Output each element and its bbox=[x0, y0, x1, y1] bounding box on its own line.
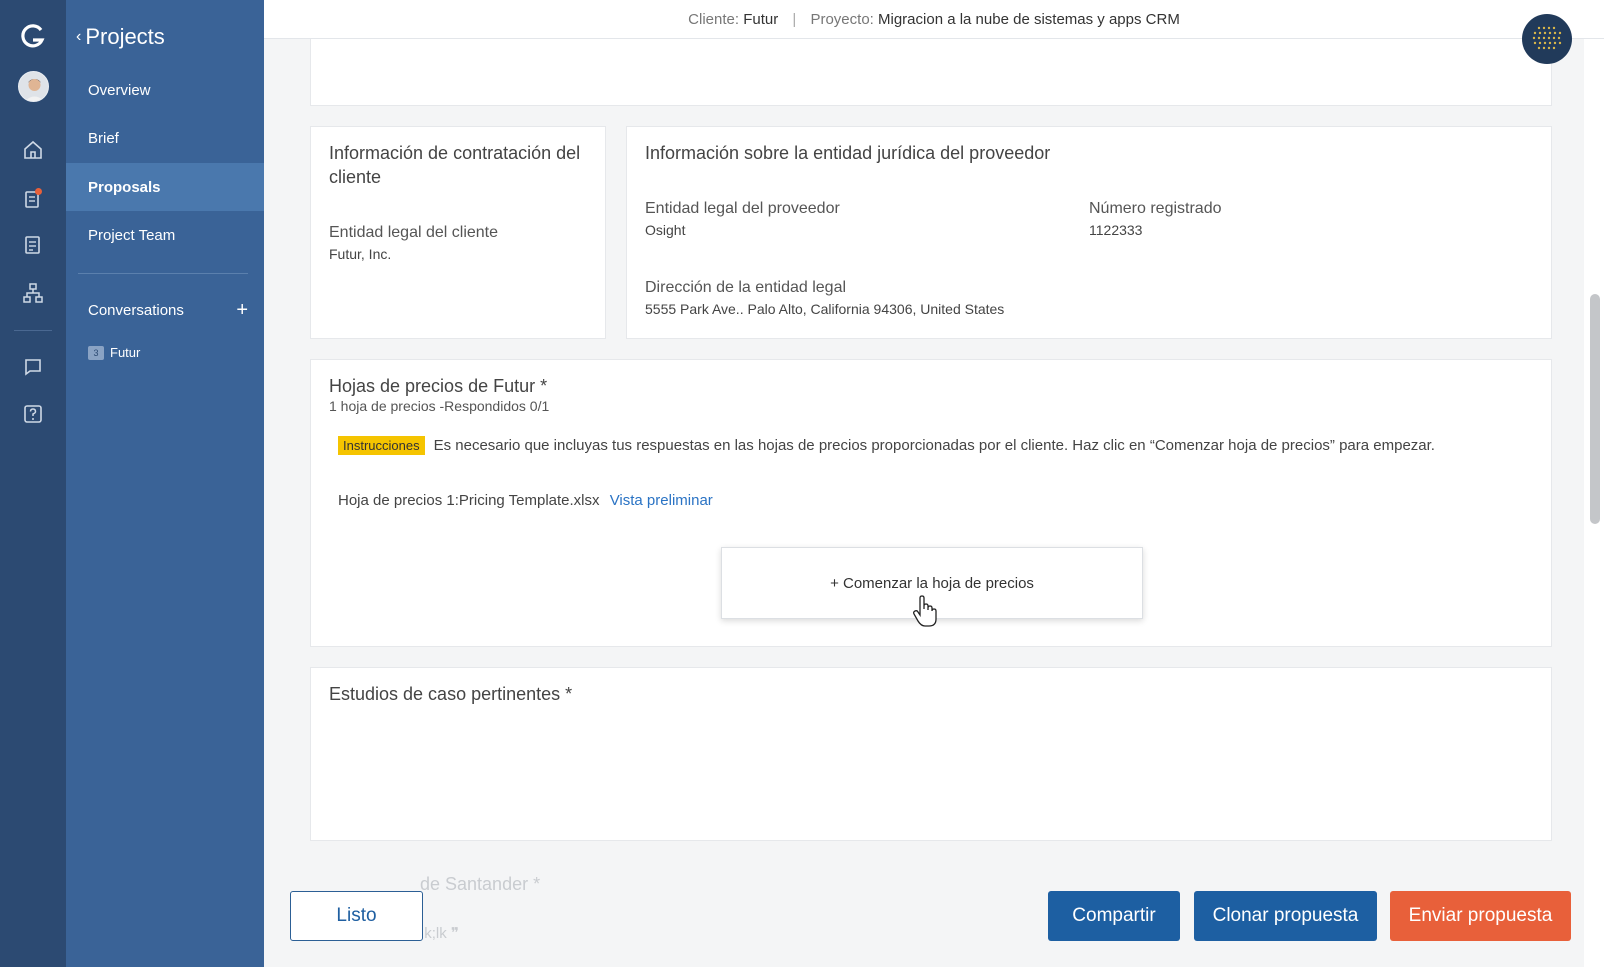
projects-heading: Projects bbox=[85, 24, 165, 49]
provider-legal-entity-label: Entidad legal del proveedor bbox=[645, 200, 840, 217]
nav-item-project-team[interactable]: Project Team bbox=[66, 211, 264, 259]
back-to-projects[interactable]: ‹ Projects bbox=[76, 24, 165, 50]
case-studies-title: Estudios de caso pertinentes * bbox=[329, 684, 573, 704]
client-label: Cliente: bbox=[688, 11, 740, 28]
legal-address-label: Dirección de la entidad legal bbox=[645, 279, 847, 296]
breadcrumb: Cliente: Futur | Proyecto: Migracion a l… bbox=[264, 11, 1604, 28]
proposal-content: Información de contratación del cliente … bbox=[264, 39, 1584, 967]
conversation-count-badge: 3 bbox=[88, 345, 104, 360]
pricing-sheets-card: Hojas de precios de Futur * 1 hoja de pr… bbox=[310, 359, 1552, 647]
org-chart-icon[interactable] bbox=[22, 282, 44, 304]
case-studies-card: Estudios de caso pertinentes * bbox=[310, 667, 1552, 841]
project-header: Cliente: Futur | Proyecto: Migracion a l… bbox=[264, 0, 1604, 64]
registered-number-value: 1122333 bbox=[1089, 222, 1143, 238]
chevron-left-icon: ‹ bbox=[76, 28, 82, 45]
nav-item-brief[interactable]: Brief bbox=[66, 114, 264, 162]
client-legal-entity-value: Futur, Inc. bbox=[329, 246, 392, 262]
scrollbar-thumb[interactable] bbox=[1590, 294, 1600, 524]
messages-icon[interactable] bbox=[22, 355, 44, 377]
done-button[interactable]: Listo bbox=[290, 891, 423, 941]
share-button[interactable]: Compartir bbox=[1048, 891, 1180, 941]
preview-link[interactable]: Vista preliminar bbox=[610, 492, 713, 509]
avatar[interactable] bbox=[18, 71, 49, 102]
app-logo-icon[interactable] bbox=[20, 24, 46, 50]
conversation-item[interactable]: 3 Futur bbox=[88, 345, 140, 360]
help-icon[interactable] bbox=[22, 403, 44, 425]
registered-number-label: Número registrado bbox=[1089, 200, 1222, 217]
instructions-row: Instrucciones Es necesario que incluyas … bbox=[338, 436, 1435, 455]
client-legal-entity-label: Entidad legal del cliente bbox=[329, 224, 499, 241]
icon-rail bbox=[0, 0, 66, 967]
pricing-sheet-row: Hoja de precios 1:Pricing Template.xlsx … bbox=[338, 492, 713, 509]
conversation-label: Futur bbox=[110, 345, 141, 360]
previous-section-card bbox=[310, 39, 1552, 106]
scrollbar[interactable] bbox=[1584, 39, 1604, 967]
add-conversation-icon[interactable]: + bbox=[236, 300, 248, 320]
rail-divider bbox=[14, 330, 52, 331]
pricing-sheets-title: Hojas de precios de Futur * bbox=[329, 376, 548, 396]
next-section-title: de Santander * bbox=[420, 874, 541, 894]
project-value: Migracion a la nube de sistemas y apps C… bbox=[878, 11, 1180, 28]
dotted-globe-icon[interactable] bbox=[1522, 14, 1572, 64]
proposals-icon[interactable] bbox=[22, 234, 44, 256]
conversations-label: Conversations bbox=[88, 301, 184, 319]
pricing-sheets-status: 1 hoja de precios -Respondidos 0/1 bbox=[329, 398, 550, 414]
nav-divider bbox=[78, 273, 248, 274]
nav-item-overview[interactable]: Overview bbox=[66, 66, 264, 114]
send-proposal-button[interactable]: Enviar propuesta bbox=[1390, 891, 1571, 941]
instructions-badge: Instrucciones bbox=[338, 436, 425, 455]
conversations-header: Conversations + bbox=[88, 300, 248, 320]
provider-legal-entity-value: Osight bbox=[645, 222, 686, 238]
notification-dot bbox=[35, 188, 42, 195]
hand-cursor-icon bbox=[913, 595, 937, 627]
clone-proposal-button[interactable]: Clonar propuesta bbox=[1194, 891, 1377, 941]
instructions-text: Es necesario que incluyas tus respuestas… bbox=[433, 437, 1435, 454]
pricing-sheet-file: Hoja de precios 1:Pricing Template.xlsx bbox=[338, 492, 600, 509]
provider-info-title: Información sobre la entidad jurídica de… bbox=[645, 143, 1051, 163]
provider-info-card: Información sobre la entidad jurídica de… bbox=[626, 126, 1552, 339]
project-label: Proyecto: bbox=[810, 11, 874, 28]
nav-item-proposals[interactable]: Proposals bbox=[66, 163, 264, 211]
legal-address-value: 5555 Park Ave.. Palo Alto, California 94… bbox=[645, 301, 1005, 317]
client-info-card: Información de contratación del cliente … bbox=[310, 126, 606, 339]
home-icon[interactable] bbox=[22, 139, 44, 161]
breadcrumb-separator: | bbox=[792, 11, 797, 28]
client-info-title: Información de contratación del cliente bbox=[329, 143, 581, 187]
client-value: Futur bbox=[743, 11, 779, 28]
project-nav: ‹ Projects Overview Brief Proposals Proj… bbox=[66, 0, 264, 967]
close-quote-icon: ❞ bbox=[450, 925, 459, 942]
